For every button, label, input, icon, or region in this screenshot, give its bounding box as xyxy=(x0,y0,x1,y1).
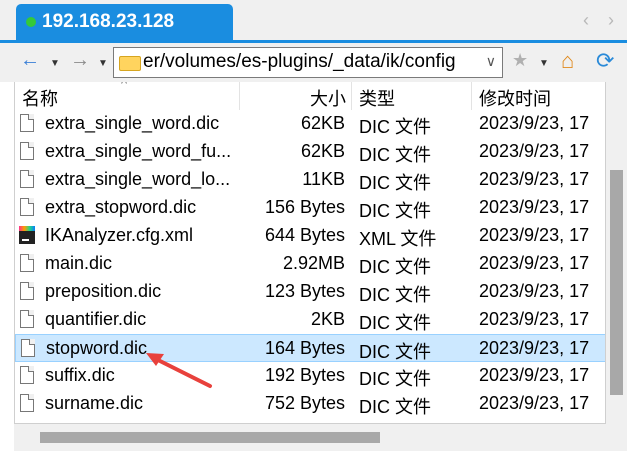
forward-arrow-icon[interactable]: → xyxy=(70,49,90,72)
file-icon xyxy=(20,114,34,132)
file-size: 752 Bytes xyxy=(264,393,345,413)
file-type: DIC 文件 xyxy=(359,117,431,137)
session-tab[interactable]: 192.168.23.128 xyxy=(16,4,233,40)
file-modified: 2023/9/23, 17 xyxy=(479,197,590,217)
file-modified: 2023/9/23, 17 xyxy=(479,141,590,161)
file-size: 192 Bytes xyxy=(264,365,345,385)
file-size: 2KB xyxy=(310,309,345,329)
file-icon xyxy=(20,198,34,216)
file-name: extra_single_word.dic xyxy=(45,113,220,133)
red-arrow-icon xyxy=(146,353,212,388)
file-size: 156 Bytes xyxy=(264,197,345,217)
file-icon xyxy=(20,282,34,300)
file-size: 2.92MB xyxy=(282,253,345,273)
file-row[interactable]: surname.dic 752 Bytes DIC 文件 2023/9/23, … xyxy=(15,390,605,418)
file-type: DIC 文件 xyxy=(359,369,431,389)
file-type: DIC 文件 xyxy=(359,397,431,417)
file-row[interactable]: extra_single_word_lo... 11KB DIC 文件 2023… xyxy=(15,166,605,194)
file-name: extra_stopword.dic xyxy=(45,197,197,217)
file-row[interactable]: IKAnalyzer.cfg.xml 644 Bytes XML 文件 2023… xyxy=(15,222,605,250)
file-size: 62KB xyxy=(300,141,345,161)
file-type: DIC 文件 xyxy=(359,285,431,305)
file-size: 123 Bytes xyxy=(264,281,345,301)
file-list: 名称 ^ 大小 类型 修改时间 extra_single_word.dic 62… xyxy=(14,82,606,424)
file-type: DIC 文件 xyxy=(359,145,431,165)
file-type: DIC 文件 xyxy=(359,342,431,362)
connection-status-icon xyxy=(26,17,36,27)
tab-scroll-left-icon[interactable]: ‹ xyxy=(583,10,589,31)
bookmark-chevron-down-icon[interactable]: ▼ xyxy=(539,58,549,69)
folder-icon xyxy=(119,56,141,71)
home-folder-icon[interactable]: ⌂ xyxy=(561,48,574,74)
file-modified: 2023/9/23, 17 xyxy=(479,169,590,189)
horizontal-scrollbar-thumb[interactable] xyxy=(40,432,380,443)
file-type: DIC 文件 xyxy=(359,201,431,221)
file-name: extra_single_word_lo... xyxy=(45,169,231,189)
file-size: 644 Bytes xyxy=(264,225,345,245)
vertical-scrollbar-thumb[interactable] xyxy=(610,170,623,395)
address-dropdown-chevron-icon[interactable]: ∨ xyxy=(486,53,496,70)
file-type: DIC 文件 xyxy=(359,173,431,193)
file-icon xyxy=(20,142,34,160)
column-header-modified[interactable]: 修改时间 xyxy=(479,85,551,113)
bookmark-star-icon[interactable]: ★ xyxy=(512,50,528,71)
file-modified: 2023/9/23, 17 xyxy=(479,225,590,245)
back-arrow-icon[interactable]: ← xyxy=(20,49,40,72)
file-modified: 2023/9/23, 17 xyxy=(479,393,590,413)
sort-ascending-icon: ^ xyxy=(121,82,128,91)
back-history-chevron-down-icon[interactable]: ▼ xyxy=(50,58,60,69)
file-row[interactable]: extra_stopword.dic 156 Bytes DIC 文件 2023… xyxy=(15,194,605,222)
file-icon xyxy=(20,366,34,384)
column-header-name[interactable]: 名称 xyxy=(22,85,58,113)
file-row-selected[interactable]: stopword.dic 164 Bytes DIC 文件 2023/9/23,… xyxy=(15,334,605,362)
file-row[interactable]: suffix.dic 192 Bytes DIC 文件 2023/9/23, 1… xyxy=(15,362,605,390)
navigation-toolbar: ← ▼ → ▼ er/volumes/es-plugins/_data/ik/c… xyxy=(0,40,627,82)
file-modified: 2023/9/23, 17 xyxy=(479,253,590,273)
address-bar[interactable]: er/volumes/es-plugins/_data/ik/config ∨ xyxy=(113,47,503,78)
file-icon xyxy=(20,394,34,412)
file-icon xyxy=(20,170,34,188)
column-header-type[interactable]: 类型 xyxy=(359,85,395,113)
file-name: IKAnalyzer.cfg.xml xyxy=(45,225,194,245)
xml-file-icon xyxy=(19,226,35,244)
file-modified: 2023/9/23, 17 xyxy=(479,365,590,385)
file-name: surname.dic xyxy=(45,393,144,413)
file-row[interactable]: preposition.dic 123 Bytes DIC 文件 2023/9/… xyxy=(15,278,605,306)
vertical-scrollbar[interactable] xyxy=(606,82,627,424)
file-name: stopword.dic xyxy=(46,338,148,358)
file-size: 164 Bytes xyxy=(264,338,345,358)
file-name: preposition.dic xyxy=(45,281,162,301)
address-path[interactable]: er/volumes/es-plugins/_data/ik/config xyxy=(143,51,456,73)
file-name: main.dic xyxy=(45,253,113,273)
file-type: XML 文件 xyxy=(359,229,437,249)
file-modified: 2023/9/23, 17 xyxy=(479,309,590,329)
file-name: suffix.dic xyxy=(45,365,115,385)
file-row[interactable]: extra_single_word_fu... 62KB DIC 文件 2023… xyxy=(15,138,605,166)
file-type: DIC 文件 xyxy=(359,313,431,333)
column-divider[interactable] xyxy=(351,82,352,110)
file-row[interactable]: main.dic 2.92MB DIC 文件 2023/9/23, 17 xyxy=(15,250,605,278)
file-row[interactable]: extra_single_word.dic 62KB DIC 文件 2023/9… xyxy=(15,110,605,138)
file-name: extra_single_word_fu... xyxy=(45,141,232,161)
refresh-icon[interactable]: ⟳ xyxy=(596,48,614,74)
horizontal-scrollbar[interactable] xyxy=(14,424,627,451)
file-modified: 2023/9/23, 17 xyxy=(479,338,590,358)
tab-title: 192.168.23.128 xyxy=(42,11,175,32)
file-icon xyxy=(21,339,35,357)
column-divider[interactable] xyxy=(471,82,472,110)
column-divider[interactable] xyxy=(239,82,240,110)
file-row[interactable]: quantifier.dic 2KB DIC 文件 2023/9/23, 17 xyxy=(15,306,605,334)
forward-history-chevron-down-icon[interactable]: ▼ xyxy=(98,58,108,69)
file-type: DIC 文件 xyxy=(359,257,431,277)
column-header-size[interactable]: 大小 xyxy=(310,85,346,113)
tab-scroll-right-icon[interactable]: › xyxy=(608,10,614,31)
title-bar: 192.168.23.128 ‹ › xyxy=(0,0,627,40)
file-size: 11KB xyxy=(302,169,345,189)
file-modified: 2023/9/23, 17 xyxy=(479,113,590,133)
file-name: quantifier.dic xyxy=(45,309,147,329)
file-icon xyxy=(20,254,34,272)
file-size: 62KB xyxy=(300,113,345,133)
file-modified: 2023/9/23, 17 xyxy=(479,281,590,301)
file-icon xyxy=(20,310,34,328)
